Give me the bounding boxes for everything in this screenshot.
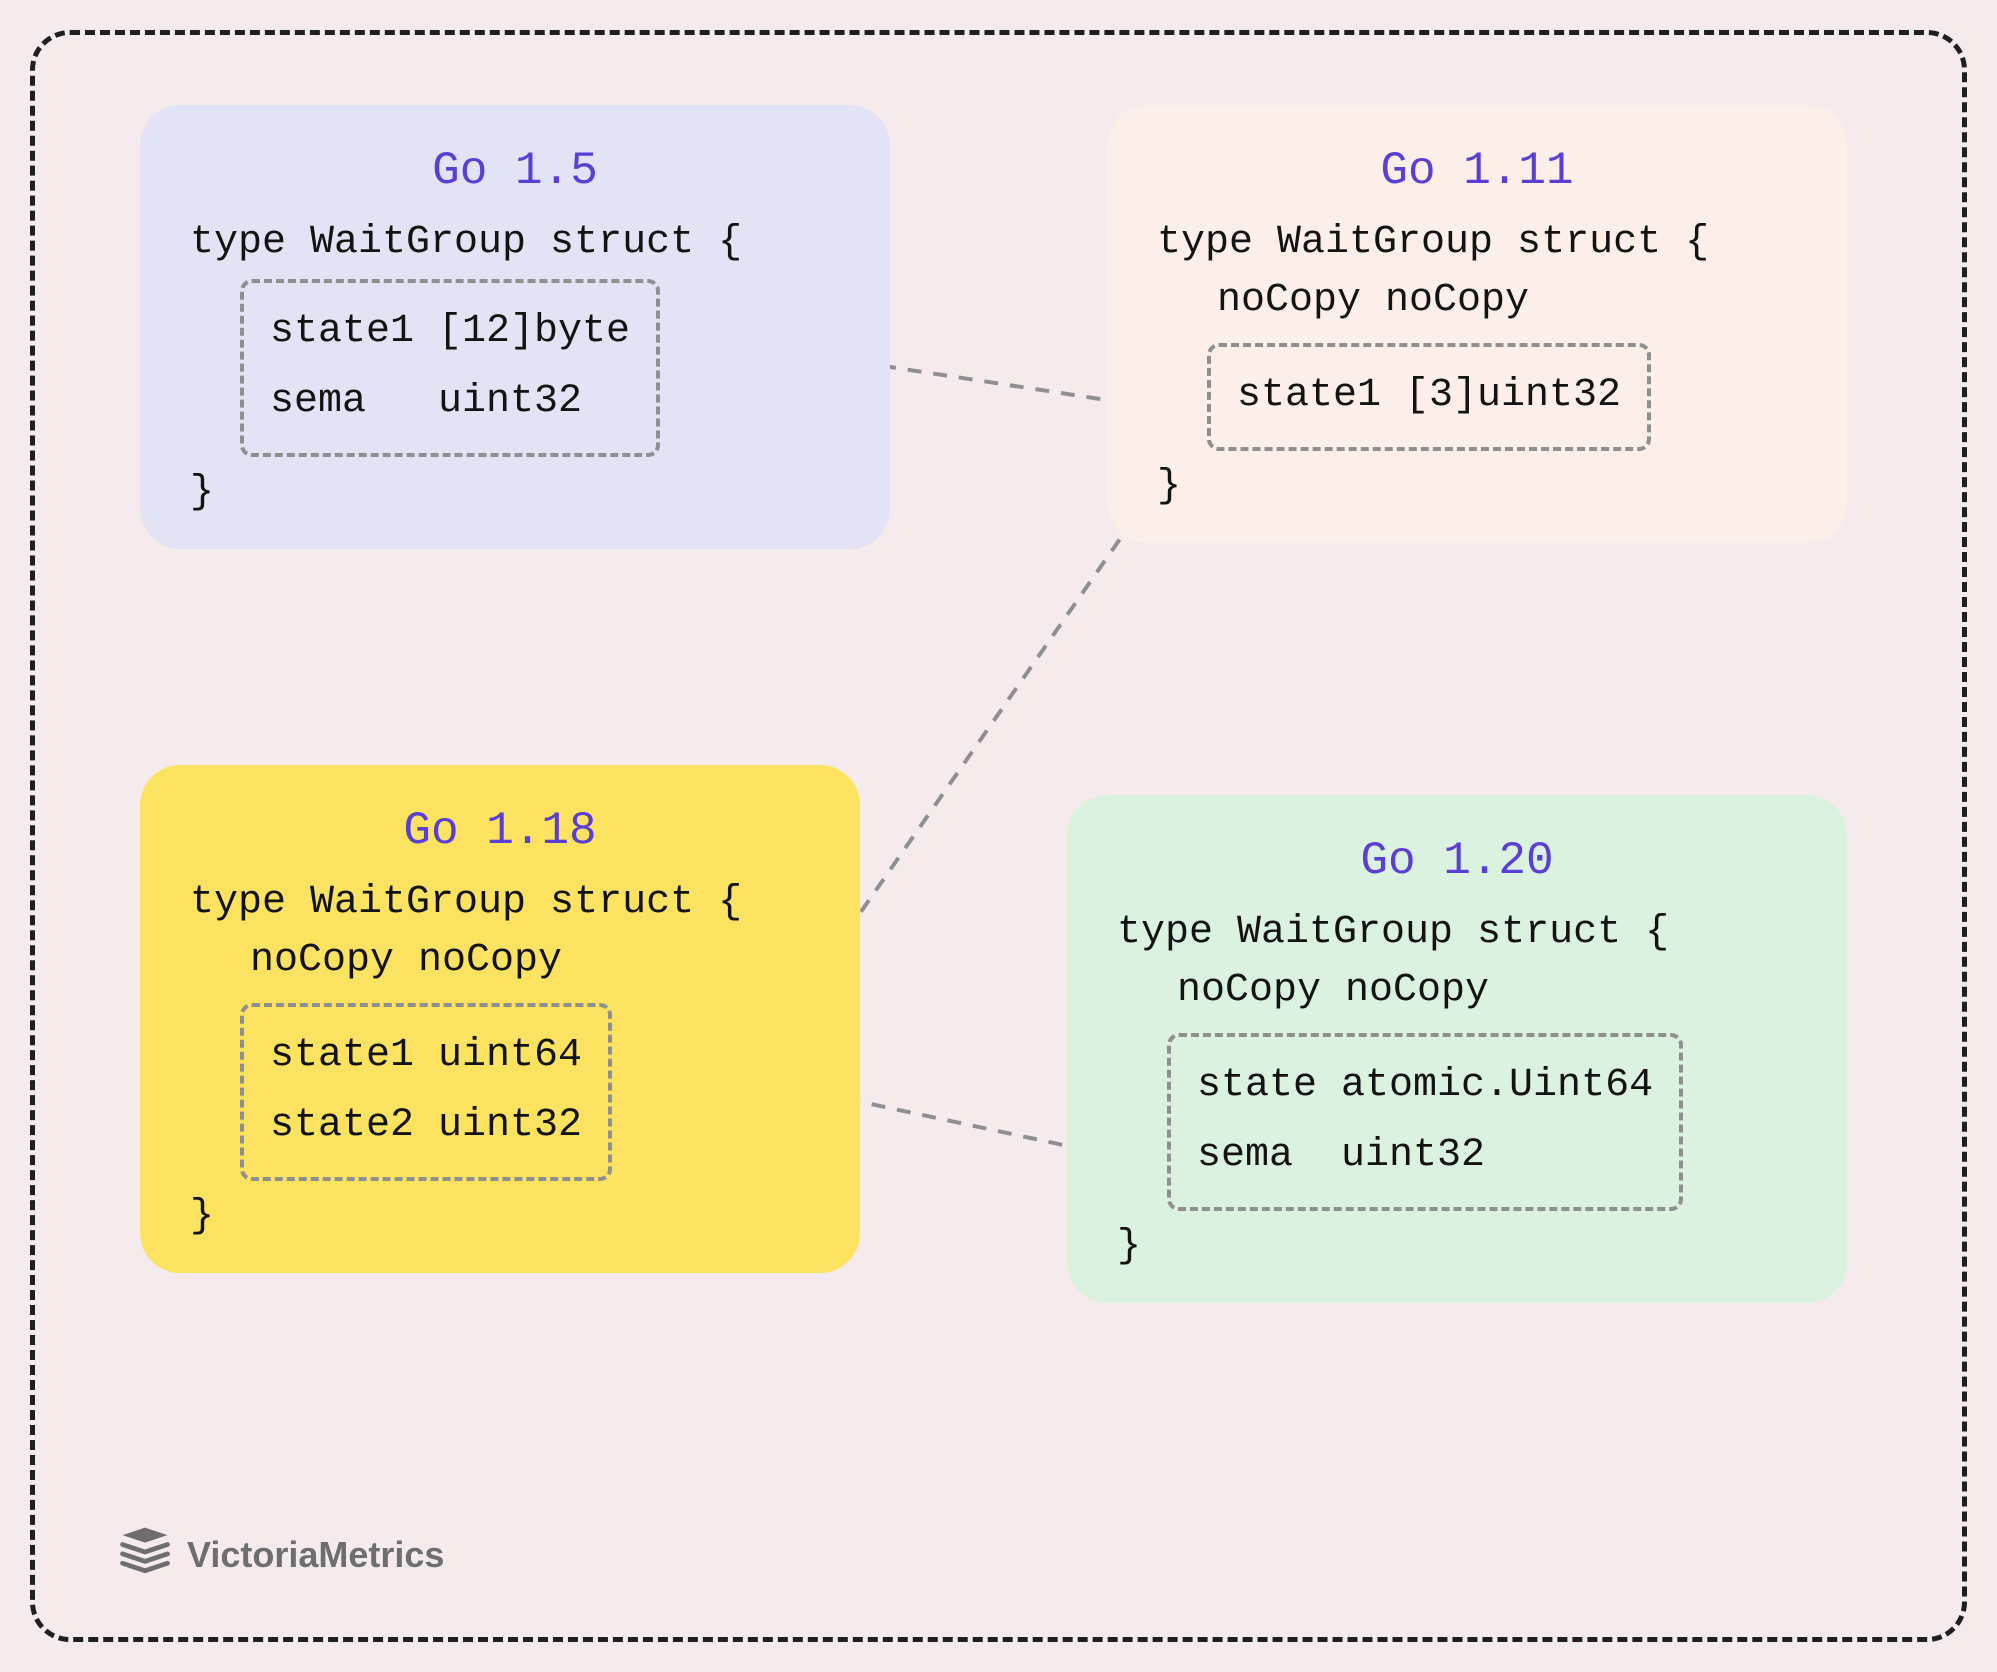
panel-go-1-11: Go 1.11 type WaitGroup struct { noCopy n…: [1107, 105, 1847, 543]
struct-field: state atomic.Uint64: [1197, 1051, 1653, 1121]
struct-fields-box: state1 [3]uint32: [1207, 343, 1651, 451]
struct-close: }: [180, 1191, 820, 1243]
struct-field: state1 [3]uint32: [1237, 361, 1621, 431]
struct-fields-box: state1 uint64 state2 uint32: [240, 1003, 612, 1181]
struct-fields-box: state1 [12]byte sema uint32: [240, 279, 660, 457]
struct-close: }: [1107, 1221, 1807, 1273]
panel-title: Go 1.20: [1107, 835, 1807, 887]
struct-field: sema uint32: [270, 367, 630, 437]
struct-field: state1 [12]byte: [270, 297, 630, 367]
panel-go-1-5: Go 1.5 type WaitGroup struct { state1 [1…: [140, 105, 890, 549]
struct-field: state2 uint32: [270, 1091, 582, 1161]
struct-field-nocopy: noCopy noCopy: [1147, 275, 1807, 327]
struct-field: sema uint32: [1197, 1121, 1653, 1191]
brand-text: VictoriaMetrics: [187, 1534, 444, 1576]
struct-open: type WaitGroup struct {: [1147, 217, 1807, 269]
struct-fields-box: state atomic.Uint64 sema uint32: [1167, 1033, 1683, 1211]
panel-title: Go 1.11: [1147, 145, 1807, 197]
diagram-canvas: Go 1.5 type WaitGroup struct { state1 [1…: [30, 30, 1967, 1642]
panel-go-1-20: Go 1.20 type WaitGroup struct { noCopy n…: [1067, 795, 1847, 1303]
struct-field: state1 uint64: [270, 1021, 582, 1091]
brand-logo-icon: [115, 1522, 175, 1587]
panel-go-1-18: Go 1.18 type WaitGroup struct { noCopy n…: [140, 765, 860, 1273]
struct-field-nocopy: noCopy noCopy: [1107, 965, 1807, 1017]
struct-open: type WaitGroup struct {: [180, 217, 850, 269]
struct-close: }: [1147, 461, 1807, 513]
brand: VictoriaMetrics: [115, 1522, 444, 1587]
struct-field-nocopy: noCopy noCopy: [180, 935, 820, 987]
struct-open: type WaitGroup struct {: [180, 877, 820, 929]
panel-title: Go 1.18: [180, 805, 820, 857]
panel-title: Go 1.5: [180, 145, 850, 197]
struct-open: type WaitGroup struct {: [1107, 907, 1807, 959]
struct-close: }: [180, 467, 850, 519]
